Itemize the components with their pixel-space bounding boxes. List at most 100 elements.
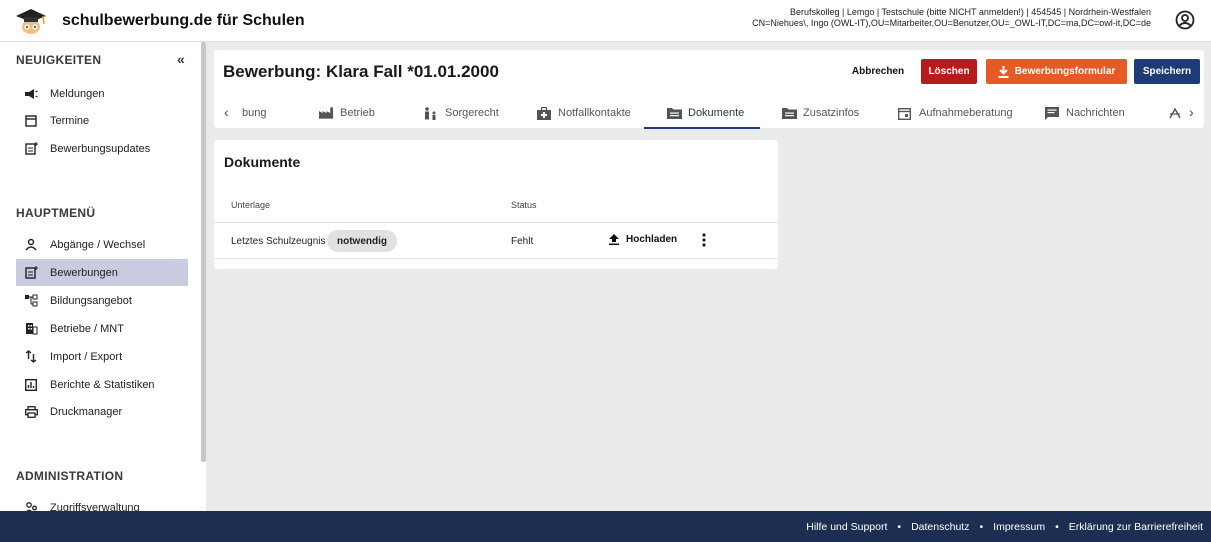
import-export-icon <box>24 350 38 364</box>
tab-label: Aufnahmeberatung <box>919 107 1013 119</box>
factory-icon <box>319 107 334 120</box>
tab-label: Dokumente <box>688 107 745 119</box>
calendar-event-icon <box>898 107 913 120</box>
page-title: Bewerbung: Klara Fall *01.01.2000 <box>223 62 499 81</box>
upload-icon <box>609 234 619 245</box>
footer-link-imprint[interactable]: Impressum <box>993 521 1045 533</box>
printer-icon <box>24 405 38 419</box>
column-header-status[interactable]: Status <box>511 200 537 210</box>
tab-label: bung <box>242 107 267 119</box>
sidebar-item-zugriffsverwaltung[interactable]: Zugriffsverwaltung <box>16 494 188 511</box>
tab-notfallkontakte[interactable]: Notfallkontakte <box>537 98 631 128</box>
sidebar-item-bildungsangebot[interactable]: Bildungsangebot <box>16 287 188 314</box>
sidebar-item-berichte[interactable]: Berichte & Statistiken <box>16 371 188 398</box>
calendar-icon <box>24 114 38 128</box>
chart-icon <box>24 378 38 392</box>
tab-dokumente[interactable]: Dokumente <box>667 98 744 128</box>
account-circle-icon[interactable] <box>1175 10 1195 30</box>
application-header-card: Bewerbung: Klara Fall *01.01.2000 Abbrec… <box>214 50 1204 129</box>
tab-label: Sorgerecht <box>445 107 499 119</box>
brand-title[interactable]: schulbewerbung.de für Schulen <box>62 12 305 30</box>
tab-bewerbung[interactable]: bung <box>242 98 266 128</box>
document-status: Fehlt <box>511 236 534 247</box>
folder-icon <box>782 107 797 120</box>
building-icon <box>24 322 38 336</box>
sidebar-item-import-export[interactable]: Import / Export <box>16 343 188 370</box>
user-dn-line: CN=Niehues\, Ingo (OWL-IT),OU=Mitarbeite… <box>752 18 1151 28</box>
footer-separator: • <box>897 520 902 533</box>
tab-aufnahmeberatung[interactable]: Aufnahmeberatung <box>898 98 1013 128</box>
schema-icon <box>24 294 38 308</box>
tab-label: Betrieb <box>340 107 375 119</box>
delete-button[interactable]: Löschen <box>921 59 977 84</box>
family-icon <box>424 106 439 120</box>
footer-link-privacy[interactable]: Datenschutz <box>911 521 969 533</box>
sidebar-item-meldungen[interactable]: Meldungen <box>16 80 188 107</box>
folder-icon <box>667 107 682 120</box>
tab-more-partial[interactable] <box>1169 98 1190 128</box>
sidebar-item-termine[interactable]: Termine <box>16 107 188 134</box>
user-school-line: Berufskolleg | Lemgo | Testschule (bitte… <box>789 7 1151 17</box>
header-divider <box>214 222 778 223</box>
footer-link-accessibility[interactable]: Erklärung zur Barrierefreiheit <box>1069 521 1203 533</box>
medical-bag-icon <box>537 106 552 120</box>
download-icon <box>998 65 1009 78</box>
section-news: NEUIGKEITEN <box>16 53 102 67</box>
sidebar-item-druckmanager[interactable]: Druckmanager <box>16 398 188 425</box>
tab-label: Nachrichten <box>1066 107 1125 119</box>
megaphone-icon <box>24 87 38 101</box>
post-add-icon <box>24 142 38 156</box>
person-icon <box>24 238 38 252</box>
footer-link-help[interactable]: Hilfe und Support <box>806 521 887 533</box>
tab-scroll-right-icon[interactable]: › <box>1189 104 1194 120</box>
sidebar-item-abgaenge[interactable]: Abgänge / Wechsel <box>16 231 188 258</box>
sidebar-item-label: Import / Export <box>50 350 123 363</box>
sidebar-item-betriebe[interactable]: Betriebe / MNT <box>16 315 188 342</box>
section-administration: ADMINISTRATION <box>16 469 124 483</box>
post-add-icon <box>24 266 38 280</box>
sidebar-item-label: Abgänge / Wechsel <box>50 238 146 251</box>
tab-zusatzinfos[interactable]: Zusatzinfos <box>782 98 859 128</box>
required-badge: notwendig <box>327 230 397 252</box>
tab-label: Zusatzinfos <box>803 107 860 119</box>
sidebar-item-label: Betriebe / MNT <box>50 322 124 335</box>
application-form-label: Bewerbungsformular <box>1014 66 1116 77</box>
column-header-document[interactable]: Unterlage <box>231 200 270 210</box>
footer-separator: • <box>1055 520 1059 533</box>
cancel-button[interactable]: Abbrechen <box>844 59 912 84</box>
tab-scroll-left-icon[interactable]: ‹ <box>224 104 229 120</box>
tab-label: Notfallkontakte <box>558 107 631 119</box>
active-tab-indicator <box>644 127 760 129</box>
documents-card: Dokumente Unterlage Status Letztes Schul… <box>214 140 778 269</box>
sidebar: NEUIGKEITEN « Meldungen Termine Bewerbun… <box>0 42 206 511</box>
application-form-download-button[interactable]: Bewerbungsformular <box>986 59 1127 84</box>
sidebar-item-label: Zugriffsverwaltung <box>50 501 140 512</box>
sidebar-scrollbar[interactable] <box>201 42 206 462</box>
sidebar-item-label: Termine <box>50 114 90 127</box>
sidebar-item-label: Meldungen <box>50 87 105 100</box>
tab-nachrichten[interactable]: Nachrichten <box>1045 98 1125 128</box>
tab-sorgerecht[interactable]: Sorgerecht <box>424 98 499 128</box>
sidebar-item-bewerbungen[interactable]: Bewerbungen <box>16 259 188 286</box>
sidebar-item-label: Bewerbungsupdates <box>50 142 151 155</box>
section-main-menu: HAUPTMENÜ <box>16 206 96 220</box>
document-name: Letztes Schulzeugnis <box>231 236 326 247</box>
footer-separator: • <box>979 520 984 533</box>
people-icon <box>24 501 38 511</box>
more-options-icon[interactable] <box>700 232 708 248</box>
top-bar: schulbewerbung.de für Schulen Berufskoll… <box>0 0 1211 42</box>
message-icon <box>1045 106 1060 120</box>
graduation-cap-logo-icon[interactable] <box>15 7 47 35</box>
tab-partial-icon <box>1169 107 1184 120</box>
collapse-sidebar-button[interactable]: « <box>177 51 185 67</box>
user-info: Berufskolleg | Lemgo | Testschule (bitte… <box>752 7 1151 29</box>
upload-button[interactable]: Hochladen <box>609 234 677 245</box>
save-button[interactable]: Speichern <box>1134 59 1200 84</box>
documents-title: Dokumente <box>224 154 301 170</box>
footer: Hilfe und Support • Datenschutz • Impres… <box>0 511 1211 542</box>
upload-label: Hochladen <box>626 234 678 245</box>
sidebar-item-label: Bewerbungen <box>50 266 118 279</box>
tab-betrieb[interactable]: Betrieb <box>319 98 375 128</box>
sidebar-item-bewerbungsupdates[interactable]: Bewerbungsupdates <box>16 135 188 162</box>
tab-bar: ‹ bung Betrieb Sorgerecht Notfallkontakt… <box>214 98 1204 128</box>
